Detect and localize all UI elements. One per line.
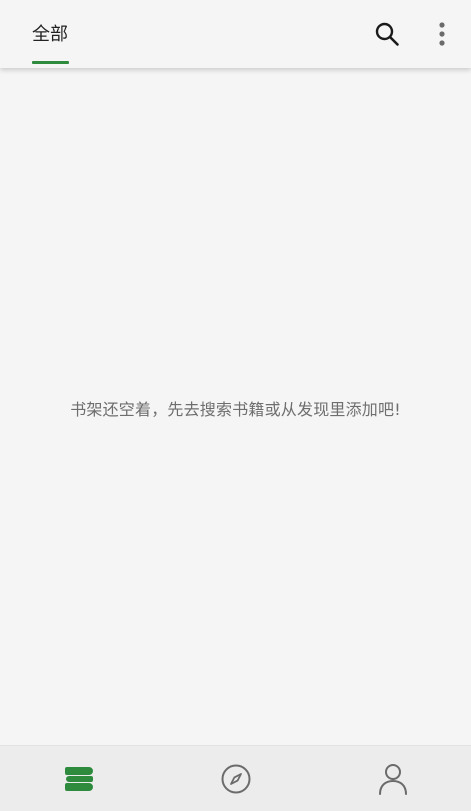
bookshelf-content: 书架还空着，先去搜索书籍或从发现里添加吧! (0, 68, 471, 745)
app-root: 全部 书架还空着，先去搜索书籍或从发现里添加吧! (0, 0, 471, 811)
bookshelf-icon (64, 767, 93, 791)
more-options-button[interactable] (422, 14, 462, 54)
search-button[interactable] (367, 14, 407, 54)
profile-icon (378, 764, 407, 795)
search-icon (375, 22, 399, 46)
nav-item-bookshelf[interactable] (0, 746, 157, 811)
nav-item-discover[interactable] (157, 746, 314, 811)
tab-all-label: 全部 (32, 24, 68, 45)
more-vertical-icon (439, 22, 445, 46)
tab-all[interactable]: 全部 (32, 0, 69, 68)
top-bar: 全部 (0, 0, 471, 68)
empty-state-message: 书架还空着，先去搜索书籍或从发现里添加吧! (70, 400, 401, 419)
compass-icon (221, 764, 250, 794)
nav-item-profile[interactable] (314, 746, 471, 811)
tab-active-indicator (32, 61, 69, 64)
bottom-navigation (0, 745, 471, 811)
